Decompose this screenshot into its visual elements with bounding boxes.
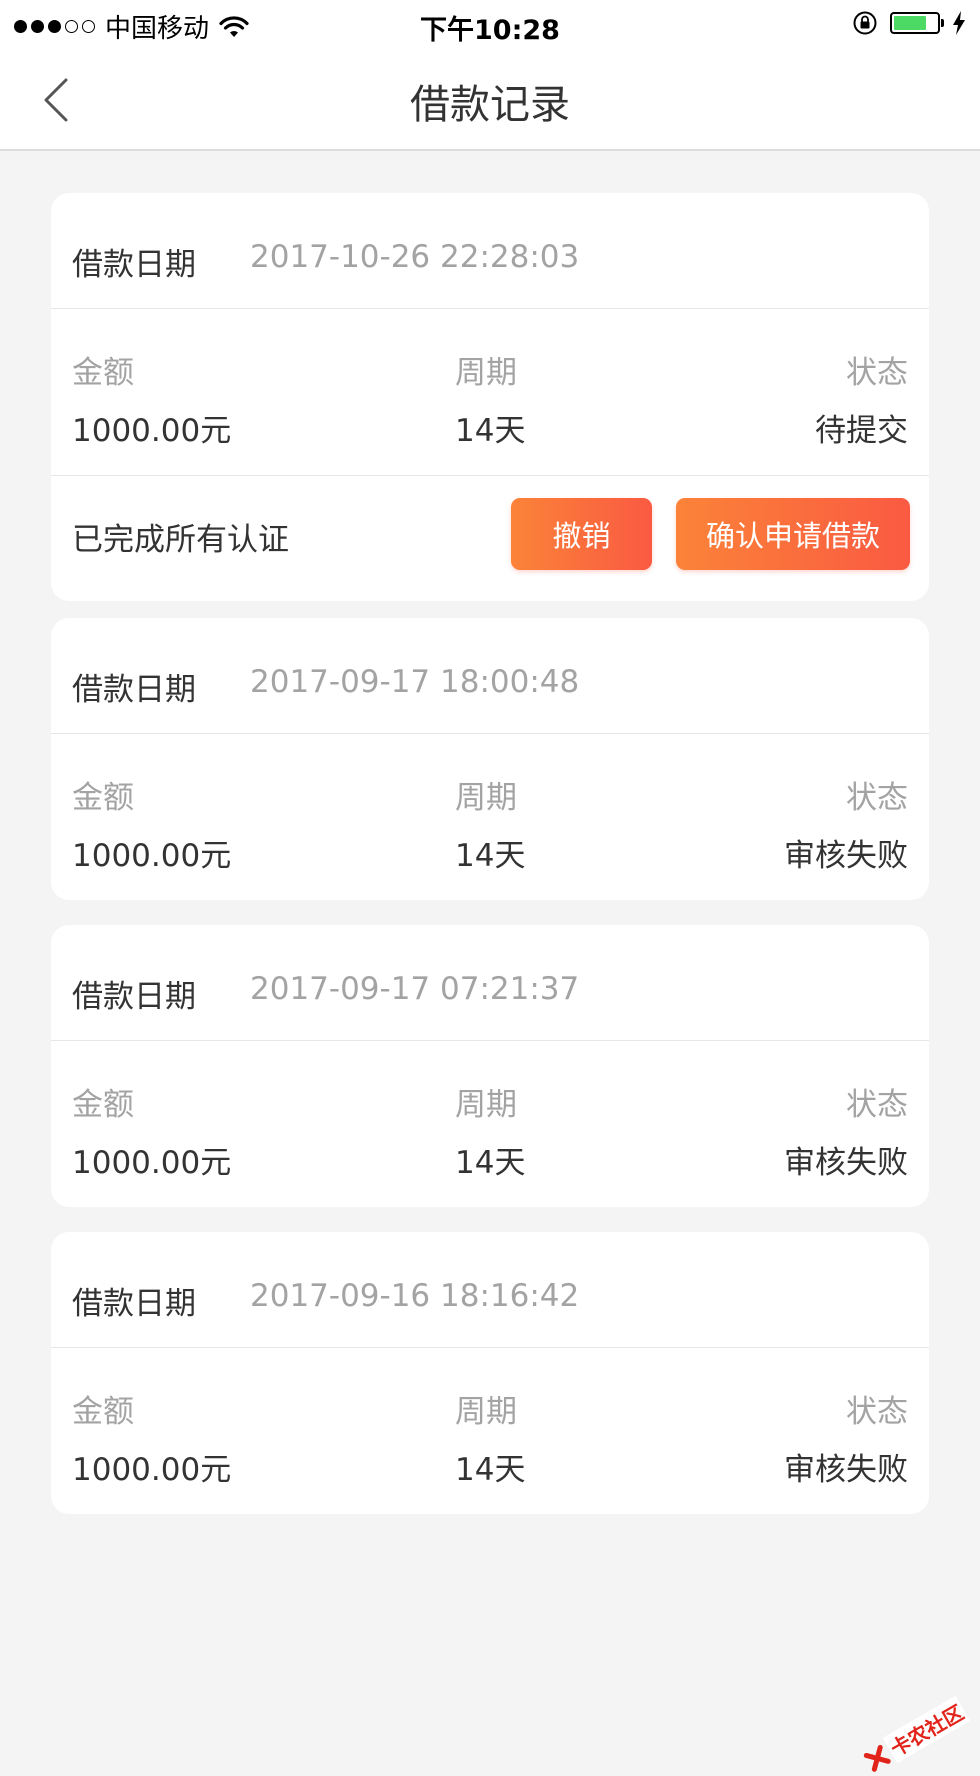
battery-icon: [890, 12, 944, 34]
nav-bar: 借款记录: [0, 50, 980, 151]
loan-date-label: 借款日期: [72, 672, 196, 708]
loan-date-value: 2017-09-17 18:00:48: [250, 664, 580, 700]
loan-date-value: 2017-09-16 18:16:42: [250, 1278, 580, 1314]
amount-value: 1000.00元: [72, 413, 232, 449]
amount-value: 1000.00元: [72, 1145, 232, 1181]
status-value: 待提交: [815, 413, 908, 449]
confirm-loan-button[interactable]: 确认申请借款: [676, 498, 910, 570]
watermark-text: 卡农社区: [882, 1695, 970, 1763]
period-label: 周期: [455, 1394, 517, 1430]
status-label: 状态: [846, 1087, 908, 1123]
battery-level: [894, 16, 926, 30]
status-label: 状态: [846, 355, 908, 391]
amount-value: 1000.00元: [72, 1452, 232, 1488]
loan-record-card: 借款日期 2017-09-17 07:21:37 金额 周期 状态 1000.0…: [51, 925, 929, 1207]
cancel-button[interactable]: 撤销: [511, 498, 652, 570]
status-value: 审核失败: [784, 1452, 908, 1488]
card-header: 借款日期 2017-09-17 07:21:37: [51, 925, 929, 1041]
card-body: 金额 周期 状态 1000.00元 14天 审核失败: [51, 734, 929, 900]
loan-date-label: 借款日期: [72, 979, 196, 1015]
loan-date-label: 借款日期: [72, 247, 196, 283]
charging-bolt-icon: [953, 11, 965, 35]
rotation-lock-icon: [853, 11, 877, 35]
period-label: 周期: [455, 355, 517, 391]
amount-label: 金额: [72, 1087, 134, 1123]
card-header: 借款日期 2017-09-16 18:16:42: [51, 1232, 929, 1348]
period-label: 周期: [455, 1087, 517, 1123]
page-title: 借款记录: [410, 82, 570, 128]
period-value: 14天: [455, 1145, 526, 1181]
amount-label: 金额: [72, 355, 134, 391]
status-label: 状态: [846, 780, 908, 816]
amount-value: 1000.00元: [72, 838, 232, 874]
card-header: 借款日期 2017-10-26 22:28:03: [51, 193, 929, 309]
card-body: 金额 周期 状态 1000.00元 14天 审核失败: [51, 1041, 929, 1207]
loan-date-label: 借款日期: [72, 1286, 196, 1322]
status-value: 审核失败: [784, 1145, 908, 1181]
card-body: 金额 周期 状态 1000.00元 14天 待提交: [51, 309, 929, 475]
amount-label: 金额: [72, 780, 134, 816]
status-time: 下午10:28: [420, 15, 560, 46]
loan-date-value: 2017-10-26 22:28:03: [250, 239, 580, 275]
card-header: 借款日期 2017-09-17 18:00:48: [51, 618, 929, 734]
loan-record-card: 借款日期 2017-09-17 18:00:48 金额 周期 状态 1000.0…: [51, 618, 929, 900]
card-body: 金额 周期 状态 1000.00元 14天 审核失败: [51, 1348, 929, 1514]
amount-label: 金额: [72, 1394, 134, 1430]
period-value: 14天: [455, 1452, 526, 1488]
period-value: 14天: [455, 413, 526, 449]
loan-record-card: 借款日期 2017-10-26 22:28:03 金额 周期 状态 1000.0…: [51, 193, 929, 601]
loan-date-value: 2017-09-17 07:21:37: [250, 971, 580, 1007]
card-footer: 已完成所有认证 撤销 确认申请借款: [51, 475, 929, 601]
status-value: 审核失败: [784, 838, 908, 874]
period-value: 14天: [455, 838, 526, 874]
loan-record-card: 借款日期 2017-09-16 18:16:42 金额 周期 状态 1000.0…: [51, 1232, 929, 1514]
period-label: 周期: [455, 780, 517, 816]
status-label: 状态: [846, 1394, 908, 1430]
verification-status-text: 已完成所有认证: [72, 522, 289, 558]
watermark: 卡农社区: [860, 1695, 970, 1776]
status-right: [852, 10, 966, 36]
status-bar: 中国移动 下午10:28: [0, 0, 980, 50]
